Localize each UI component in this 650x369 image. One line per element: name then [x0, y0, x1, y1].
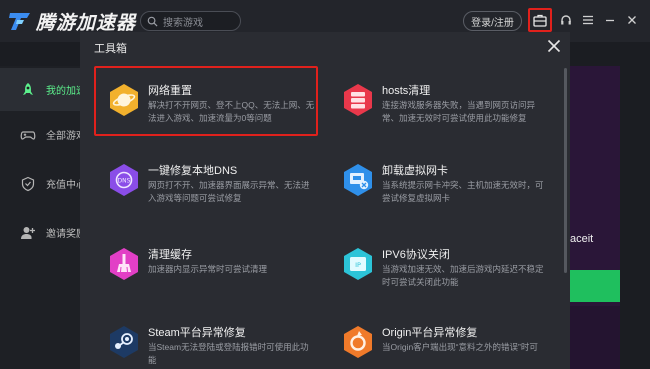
tool-title: 卸载虚拟网卡 [382, 165, 448, 177]
gamepad-icon [20, 130, 36, 140]
tool-card-hosts-clean[interactable]: hosts清理 连接游戏服务器失败，当遇到网页访问异常、加速无效时可尝试使用此功… [328, 66, 552, 136]
logo-mark-icon [9, 13, 30, 30]
toolbox-icon [533, 14, 547, 27]
tool-desc: 当游戏加速无效、加速后游戏内延迟不稳定时可尝试关闭此功能 [382, 264, 544, 287]
banner-text: aceit [570, 233, 594, 245]
tool-card-ipv6-off[interactable]: IP IPV6协议关闭 当游戏加速无效、加速后游戏内延迟不稳定时可尝试关闭此功能 [328, 230, 552, 300]
toolbox-dialog: 工具箱 网络重置 解决打不开网页、登不上QQ、无法上网、无法进入游戏、加速流量为… [80, 32, 570, 369]
tool-desc: 当Origin客户端出现“意料之外的错误”时可 [382, 342, 538, 352]
sidebar-item-invite[interactable]: 邀请奖励 [0, 211, 80, 254]
app-logo: 腾游加速器 [8, 9, 137, 34]
tool-title: hosts清理 [382, 85, 431, 97]
broom-icon [110, 248, 138, 280]
dialog-title: 工具箱 [94, 43, 127, 55]
tool-card-steam-fix[interactable]: Steam平台异常修复 当Steam无法登陆或登陆报错时可使用此功能 [94, 308, 318, 369]
ipv6-icon: IP [344, 248, 372, 280]
dialog-close-icon[interactable] [546, 38, 562, 54]
tool-card-fix-dns[interactable]: DNS 一键修复本地DNS 网页打不开、加速器界面展示异常、无法进入游戏等问题可… [94, 146, 318, 216]
tool-desc: 网页打不开、加速器界面展示异常、无法进入游戏等问题可尝试修复 [148, 180, 310, 203]
sidebar-item-label: 全部游戏 [46, 131, 80, 142]
tool-card-clear-cache[interactable]: 清理缓存 加速器内显示异常时可尝试清理 [94, 230, 318, 300]
tool-desc: 当系统提示网卡冲突、主机加速无效时，可尝试修复虚拟网卡 [382, 180, 544, 203]
planet-icon [110, 84, 138, 116]
sidebar-item-all-games[interactable]: 全部游戏 [0, 113, 80, 156]
tool-desc: 连接游戏服务器失败，当遇到网页访问异常、加速无效时可尝试使用此功能修复 [382, 100, 536, 123]
login-register-button[interactable]: 登录/注册 [463, 11, 522, 31]
toolbox-button[interactable] [528, 8, 552, 32]
user-add-icon [21, 226, 35, 239]
search-placeholder: 搜索游戏 [163, 17, 203, 29]
server-icon [344, 84, 372, 116]
banner-bottom [570, 306, 620, 369]
headset-icon[interactable] [558, 12, 574, 28]
banner-green-block [570, 270, 620, 302]
tool-title: 一键修复本地DNS [148, 165, 238, 177]
sidebar-item-label: 我的加速 [46, 86, 80, 97]
tool-desc: 加速器内显示异常时可尝试清理 [148, 264, 268, 274]
close-window-icon[interactable] [624, 12, 640, 28]
sidebar-item-label: 充值中心 [46, 180, 80, 191]
tool-card-uninstall-nic[interactable]: 卸载虚拟网卡 当系统提示网卡冲突、主机加速无效时，可尝试修复虚拟网卡 [328, 146, 552, 216]
search-input[interactable]: 搜索游戏 [140, 11, 241, 31]
steam-icon [110, 326, 138, 358]
rocket-icon [23, 82, 33, 95]
network-card-icon [344, 164, 372, 196]
minimize-icon[interactable] [602, 12, 618, 28]
tool-title: Steam平台异常修复 [148, 327, 246, 339]
sidebar-item-recharge[interactable]: 充值中心 [0, 162, 80, 205]
tool-card-network-reset[interactable]: 网络重置 解决打不开网页、登不上QQ、无法上网、无法进入游戏、加速流量为0等问题 [94, 66, 318, 136]
shield-icon [21, 176, 35, 191]
sidebar-item-my-accel[interactable]: 我的加速 [0, 68, 80, 111]
tool-desc: 当Steam无法登陆或登陆报错时可使用此功能 [148, 342, 309, 365]
tool-title: Origin平台异常修复 [382, 327, 478, 339]
dialog-scrollbar[interactable] [564, 68, 567, 273]
background-game-banner: aceit [570, 66, 620, 369]
origin-icon [344, 326, 372, 358]
tool-desc: 解决打不开网页、登不上QQ、无法上网、无法进入游戏、加速流量为0等问题 [148, 100, 315, 123]
sidebar-item-label: 邀请奖励 [46, 229, 80, 240]
tool-title: IPV6协议关闭 [382, 249, 450, 261]
dns-icon: DNS [110, 164, 138, 196]
svg-text:DNS: DNS [118, 178, 131, 185]
tool-title: 清理缓存 [148, 249, 192, 261]
dialog-header: 工具箱 [80, 32, 570, 60]
svg-text:IP: IP [355, 261, 361, 269]
app-name: 腾游加速器 [36, 12, 137, 34]
sidebar: 我的加速 全部游戏 充值中心 邀请奖励 [0, 66, 80, 369]
tool-card-origin-fix[interactable]: Origin平台异常修复 当Origin客户端出现“意料之外的错误”时可 [328, 308, 552, 369]
search-icon [147, 16, 158, 27]
menu-icon[interactable] [580, 12, 596, 28]
tool-title: 网络重置 [148, 85, 192, 97]
